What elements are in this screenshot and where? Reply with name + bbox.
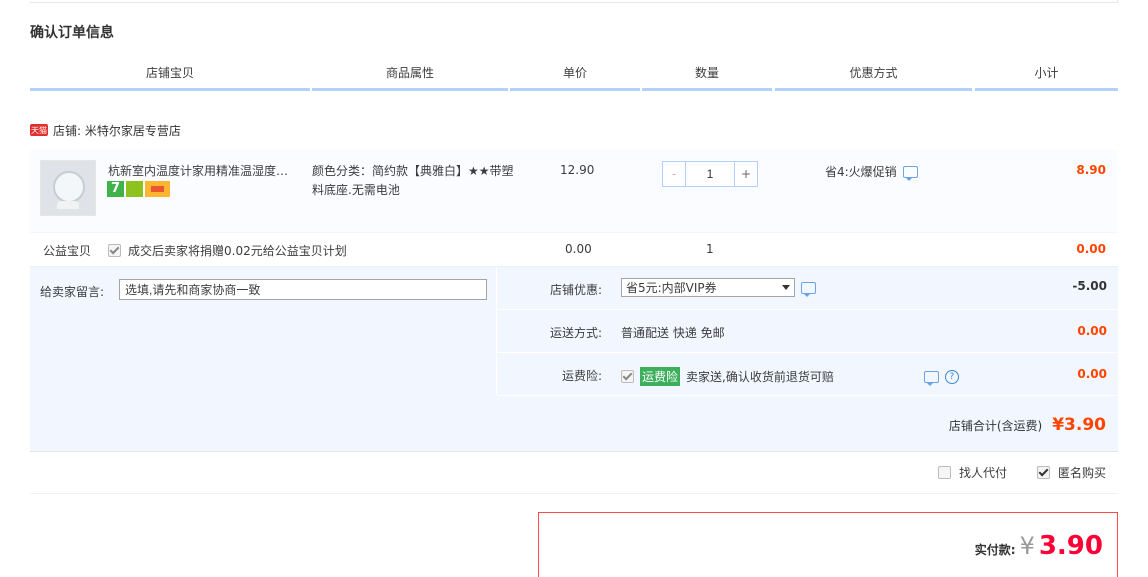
charity-desc-text: 成交后卖家将捐赠0.02元给公益宝贝计划 xyxy=(128,244,347,258)
product-name[interactable]: 杭新室内温度计家用精准温湿度… xyxy=(108,162,308,179)
insurance-control: 运费险 卖家送,确认收货前退货可赔 ? xyxy=(621,367,959,386)
promo-text: 省4:火爆促销 xyxy=(825,165,897,179)
shop-total-value: ¥3.90 xyxy=(1052,415,1106,435)
coupon-label: 店铺优惠: xyxy=(549,283,602,297)
coupon-row: 店铺优惠: 省5元:内部VIP券 -5.00 xyxy=(497,267,1119,310)
header-subtotal: 小计 xyxy=(975,64,1118,91)
insurance-label: 运费险: xyxy=(561,369,602,383)
message-input[interactable] xyxy=(119,279,487,300)
shipping-row: 运送方式: 普通配送 快递 免邮 0.00 xyxy=(497,310,1119,353)
insurance-tag: 运费险 xyxy=(640,367,681,386)
thermometer-dial-graphic xyxy=(53,171,85,203)
product-thumbnail[interactable] xyxy=(40,160,96,216)
coupon-selected: 省5元:内部VIP券 xyxy=(626,281,717,295)
chat-icon[interactable] xyxy=(923,370,939,386)
item-subtotal: 8.90 xyxy=(1076,163,1106,177)
top-divider xyxy=(30,0,1118,3)
anonymous-label: 匿名购买 xyxy=(1057,466,1106,480)
message-label: 给卖家留言: xyxy=(40,285,105,299)
insurance-row: 运费险: 运费险 卖家送,确认收货前退货可赔 ? 0.00 xyxy=(497,353,1119,396)
pay-by-other-option[interactable]: 找人代付 xyxy=(937,464,1007,481)
help-icon[interactable]: ? xyxy=(944,369,959,384)
header-unit-price: 单价 xyxy=(510,64,640,91)
section-divider xyxy=(30,451,1118,452)
quantity-input[interactable] xyxy=(686,161,734,187)
order-settings: 店铺优惠: 省5元:内部VIP券 -5.00 运送方式: 普通配送 快递 免邮 … xyxy=(496,267,1119,396)
coupon-control: 省5元:内部VIP券 xyxy=(621,278,816,297)
charity-quantity: 1 xyxy=(706,242,714,256)
coupon-select[interactable]: 省5元:内部VIP券 xyxy=(621,278,795,297)
pay-by-other-checkbox[interactable] xyxy=(937,466,951,479)
guarantee-icon[interactable] xyxy=(126,181,143,197)
shop-name[interactable]: 店铺: 米特尔家居专营店 xyxy=(53,122,181,139)
unit-price: 12.90 xyxy=(560,163,595,177)
seven-day-return-icon[interactable]: 7 xyxy=(107,181,124,197)
shop-total: 店铺合计(含运费) ¥3.90 xyxy=(949,415,1106,435)
insurance-amount: 0.00 xyxy=(1077,367,1107,381)
payment-label: 实付款: xyxy=(974,543,1016,557)
order-item-row: 杭新室内温度计家用精准温湿度… 7 颜色分类：简约款【典雅白】★★带塑料底座.无… xyxy=(30,150,1118,233)
credit-card-icon[interactable] xyxy=(145,181,170,197)
chat-icon[interactable] xyxy=(902,165,918,181)
charity-checkbox[interactable] xyxy=(108,244,121,257)
qty-decrease-button[interactable]: - xyxy=(662,161,686,187)
header-shop-item: 店铺宝贝 xyxy=(30,64,310,91)
service-badges: 7 xyxy=(107,181,170,197)
qty-increase-button[interactable]: + xyxy=(734,161,758,187)
currency-symbol: ¥ xyxy=(1019,532,1035,560)
charity-desc: 成交后卖家将捐赠0.02元给公益宝贝计划 xyxy=(108,242,347,259)
shop-info: 天猫 店铺: 米特尔家居专营店 xyxy=(30,120,181,140)
header-quantity: 数量 xyxy=(642,64,772,91)
anonymous-checkbox[interactable] xyxy=(1036,466,1050,479)
insurance-desc: 卖家送,确认收货前退货可赔 xyxy=(686,370,834,384)
page-title: 确认订单信息 xyxy=(30,25,114,41)
thermometer-stand-graphic xyxy=(57,201,79,209)
anonymous-option[interactable]: 匿名购买 xyxy=(1036,464,1106,481)
order-options-panel: 给卖家留言: 店铺优惠: 省5元:内部VIP券 -5.00 运送方式: 普通配送… xyxy=(30,266,1119,452)
shop-total-label: 店铺合计(含运费) xyxy=(948,419,1043,433)
shipping-label: 运送方式: xyxy=(549,326,602,340)
header-discount: 优惠方式 xyxy=(775,64,972,91)
shipping-amount: 0.00 xyxy=(1077,324,1107,338)
payment-summary: 实付款: ¥ 3.90 xyxy=(538,512,1118,577)
charity-price: 0.00 xyxy=(565,242,592,256)
pay-by-other-label: 找人代付 xyxy=(958,466,1007,480)
section-divider xyxy=(30,493,1118,494)
insurance-checkbox[interactable] xyxy=(621,370,634,383)
purchase-options: 找人代付 匿名购买 xyxy=(937,464,1106,481)
charity-label: 公益宝贝 xyxy=(43,244,92,258)
shipping-value: 普通配送 快递 免邮 xyxy=(621,326,725,340)
promo-info: 省4:火爆促销 xyxy=(825,163,918,181)
tmall-icon: 天猫 xyxy=(30,124,48,136)
coupon-amount: -5.00 xyxy=(1072,279,1107,293)
charity-row: 公益宝贝 成交后卖家将捐赠0.02元给公益宝贝计划 0.00 1 0.00 xyxy=(30,233,1118,265)
table-header: 店铺宝贝 商品属性 单价 数量 优惠方式 小计 xyxy=(30,64,1118,91)
final-payment: 实付款: ¥ 3.90 xyxy=(975,531,1103,561)
header-properties: 商品属性 xyxy=(312,64,508,91)
quantity-stepper: - + xyxy=(662,161,758,187)
chat-icon[interactable] xyxy=(801,281,816,297)
charity-amount: 0.00 xyxy=(1076,242,1106,256)
product-properties: 颜色分类：简约款【典雅白】★★带塑料底座.无需电池 xyxy=(312,164,514,197)
chevron-down-icon xyxy=(782,285,790,290)
payment-value: 3.90 xyxy=(1038,531,1103,561)
